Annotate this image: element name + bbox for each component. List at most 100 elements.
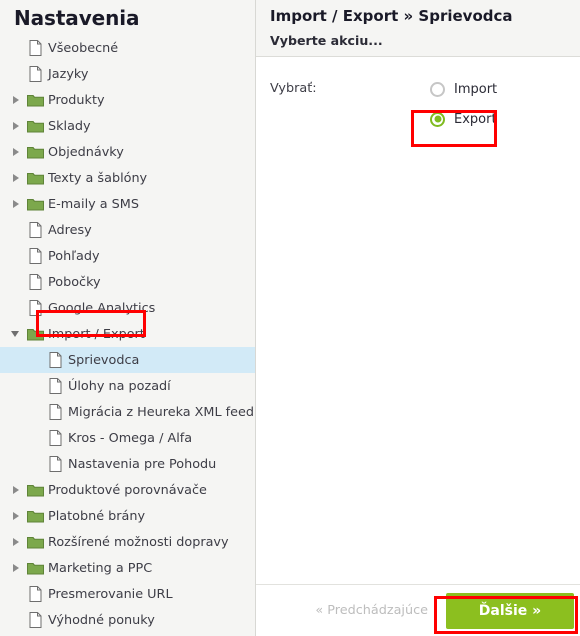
folder-icon <box>24 119 46 133</box>
sidebar-item-sprievodca[interactable]: Sprievodca <box>0 347 255 373</box>
sidebar-item-label: Presmerovanie URL <box>48 586 173 602</box>
sidebar-item-v-eobecn[interactable]: Všeobecné <box>0 35 255 61</box>
file-icon <box>24 300 46 316</box>
sidebar-item-label: Import / Export <box>48 326 145 342</box>
sidebar-item-label: Produktové porovnávače <box>48 482 207 498</box>
file-icon-glyph <box>29 248 41 264</box>
panel-header: Import / Export » Sprievodca Vyberte akc… <box>256 0 580 58</box>
folder-icon <box>24 145 46 159</box>
sidebar-item-marketing-a-ppc[interactable]: Marketing a PPC <box>0 555 255 581</box>
wizard-panel: Import / Export » Sprievodca Vyberte akc… <box>256 0 580 636</box>
sidebar-item-texty-a-abl-ny[interactable]: Texty a šablóny <box>0 165 255 191</box>
panel-body: Vybrať: Import Export <box>256 57 580 584</box>
action-select-row: Vybrať: Import Export <box>270 79 580 129</box>
file-icon-glyph <box>29 300 41 316</box>
sidebar-item-label: Texty a šablóny <box>48 170 148 186</box>
folder-icon-glyph <box>26 329 44 341</box>
sidebar-item-produkty[interactable]: Produkty <box>0 87 255 113</box>
sidebar-item-label: Nastavenia pre Pohodu <box>68 456 217 472</box>
folder-icon <box>24 197 46 211</box>
chevron-right-icon[interactable] <box>10 535 24 549</box>
radio-option-import[interactable]: Import <box>430 79 497 99</box>
file-icon-glyph <box>49 430 61 446</box>
sidebar-item-label: Pobočky <box>48 274 101 290</box>
chevron-right-icon[interactable] <box>10 93 24 107</box>
sidebar-item-kros-omega-alfa[interactable]: Kros - Omega / Alfa <box>0 425 255 451</box>
sidebar-item-label: Adresy <box>48 222 92 238</box>
radio-option-label: Export <box>454 111 497 127</box>
chevron-right-icon[interactable] <box>10 483 24 497</box>
chevron-right-icon[interactable] <box>10 197 24 211</box>
sidebar-item-e-maily-a-sms[interactable]: E-maily a SMS <box>0 191 255 217</box>
folder-icon <box>24 561 46 575</box>
settings-sidebar: Nastavenia Všeobecné Jazyky Produkty Sklady… <box>0 0 256 636</box>
file-icon-glyph <box>29 586 41 602</box>
sidebar-item-objedn-vky[interactable]: Objednávky <box>0 139 255 165</box>
file-icon <box>24 66 46 82</box>
sidebar-item-produktov-porovn-va-e[interactable]: Produktové porovnávače <box>0 477 255 503</box>
folder-icon <box>24 483 46 497</box>
folder-icon-glyph <box>26 95 44 107</box>
folder-icon <box>24 171 46 185</box>
settings-page: Nastavenia Všeobecné Jazyky Produkty Sklady… <box>0 0 580 636</box>
chevron-right-icon[interactable] <box>10 171 24 185</box>
radio-option-export[interactable]: Export <box>430 109 497 129</box>
sidebar-item-v-hodn-ponuky[interactable]: Výhodné ponuky <box>0 607 255 633</box>
sidebar-item-label: Jazyky <box>48 66 89 82</box>
file-icon <box>24 612 46 628</box>
file-icon-glyph <box>29 612 41 628</box>
chevron-down-icon[interactable] <box>10 327 24 341</box>
sidebar-item-sklady[interactable]: Sklady <box>0 113 255 139</box>
sidebar-item-label: Úlohy na pozadí <box>68 378 171 394</box>
sidebar-item-nastavenia-pre-pohodu[interactable]: Nastavenia pre Pohodu <box>0 451 255 477</box>
radio-checked-icon[interactable] <box>430 111 445 127</box>
sidebar-item-jazyky[interactable]: Jazyky <box>0 61 255 87</box>
sidebar-item-roz-ren-mo-nosti-dopravy[interactable]: Rozšírené možnosti dopravy <box>0 529 255 555</box>
sidebar-item-label: Sklady <box>48 118 91 134</box>
file-icon-glyph <box>29 222 41 238</box>
file-icon <box>44 456 66 472</box>
chevron-right-icon[interactable] <box>10 119 24 133</box>
sidebar-item-platobn-br-ny[interactable]: Platobné brány <box>0 503 255 529</box>
folder-icon <box>24 509 46 523</box>
sidebar-item-label: E-maily a SMS <box>48 196 139 212</box>
file-icon-glyph <box>49 456 61 472</box>
sidebar-item-presmerovanie-url[interactable]: Presmerovanie URL <box>0 581 255 607</box>
chevron-right-icon[interactable] <box>10 145 24 159</box>
settings-tree: Všeobecné Jazyky Produkty Sklady Objednávky T… <box>0 35 255 633</box>
radio-unchecked-icon[interactable] <box>430 81 445 97</box>
sidebar-item-migr-cia-z-heureka-xml-feedu[interactable]: Migrácia z Heureka XML feedu <box>0 399 255 425</box>
page-title: Import / Export » Sprievodca <box>270 7 513 25</box>
sidebar-item-poh-ady[interactable]: Pohľady <box>0 243 255 269</box>
sidebar-item-import-export[interactable]: Import / Export <box>0 321 255 347</box>
folder-icon-glyph <box>26 563 44 575</box>
sidebar-item-lohy-na-pozad[interactable]: Úlohy na pozadí <box>0 373 255 399</box>
action-radio-group[interactable]: Import Export <box>430 79 497 129</box>
sidebar-title: Nastavenia <box>14 6 140 30</box>
folder-icon-glyph <box>26 147 44 159</box>
sidebar-item-google-analytics[interactable]: Google Analytics <box>0 295 255 321</box>
panel-footer: « Predchádzajúce Ďalšie » <box>256 584 580 636</box>
sidebar-item-pobo-ky[interactable]: Pobočky <box>0 269 255 295</box>
chevron-right-icon[interactable] <box>10 561 24 575</box>
file-icon <box>44 404 66 420</box>
file-icon-glyph <box>29 274 41 290</box>
chevron-right-icon[interactable] <box>10 509 24 523</box>
previous-step-link[interactable]: « Predchádzajúce <box>315 603 428 618</box>
sidebar-item-label: Marketing a PPC <box>48 560 153 576</box>
file-icon-glyph <box>49 404 61 420</box>
page-subtitle: Vyberte akciu... <box>270 33 383 48</box>
folder-icon-glyph <box>26 485 44 497</box>
next-step-button[interactable]: Ďalšie » <box>446 592 574 629</box>
folder-icon-glyph <box>26 511 44 523</box>
sidebar-item-adresy[interactable]: Adresy <box>0 217 255 243</box>
file-icon <box>24 274 46 290</box>
